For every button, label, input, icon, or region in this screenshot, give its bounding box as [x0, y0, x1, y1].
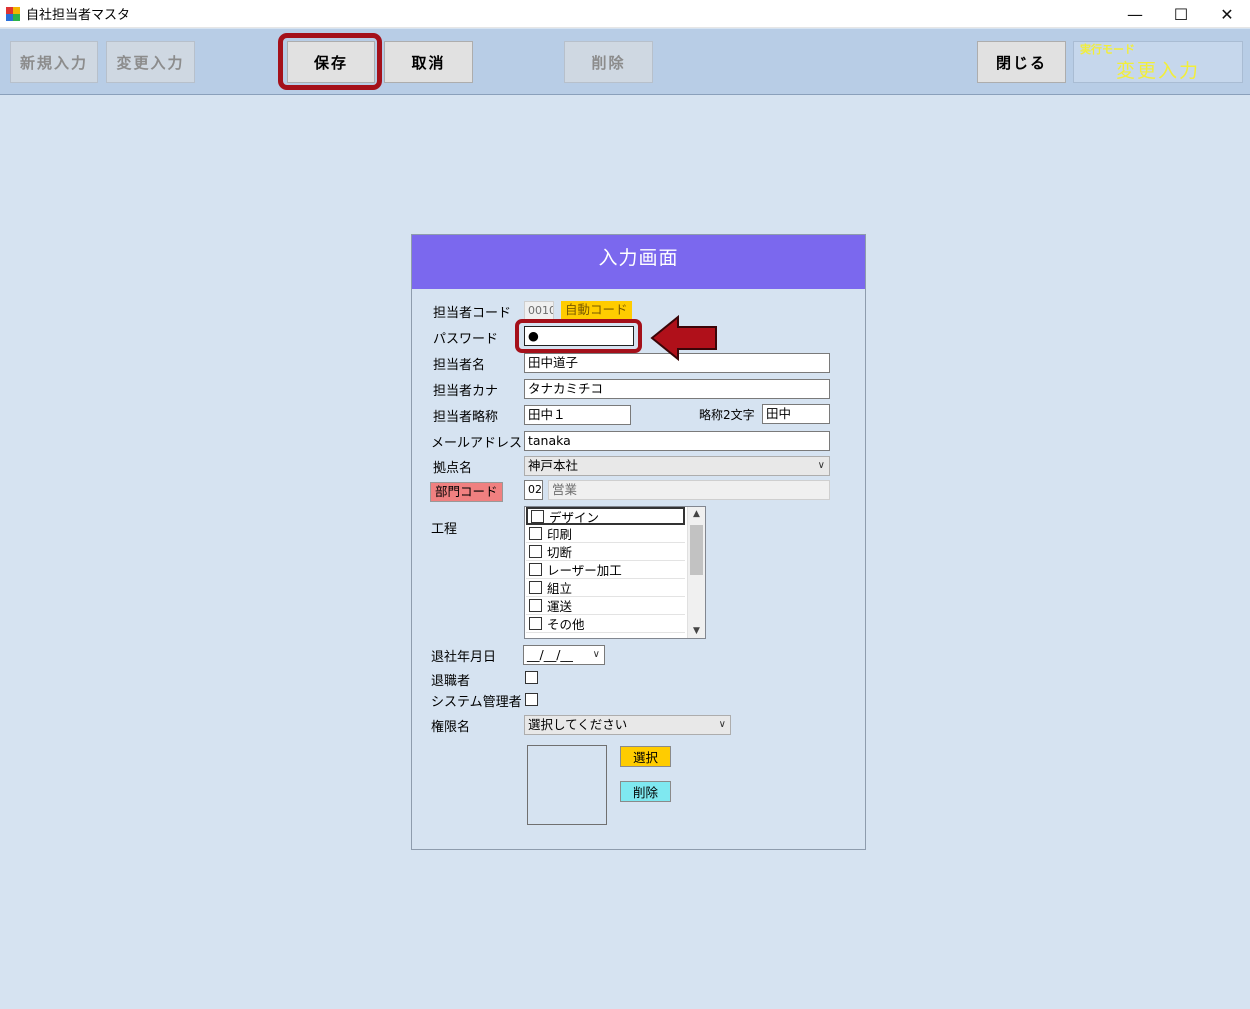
- new-entry-button[interactable]: 新規入力: [10, 41, 98, 83]
- code-label: 担当者コード: [433, 306, 512, 321]
- window-title: 自社担当者マスタ: [26, 8, 131, 23]
- kana-label: 担当者カナ: [433, 384, 499, 399]
- process-list-scrollbar[interactable]: ▲ ▼: [687, 507, 705, 638]
- short-name-field[interactable]: 田中１: [524, 405, 631, 425]
- process-item[interactable]: その他: [526, 615, 685, 633]
- auto-code-tag: 自動コード: [561, 301, 632, 319]
- input-panel: 入力画面 担当者コード 0010 自動コード パスワード ● 担当者名 田中道子…: [411, 234, 866, 850]
- app-icon: [6, 6, 20, 21]
- base-select-value: 神戸本社: [528, 458, 579, 473]
- short2-label: 略称2文字: [699, 408, 755, 422]
- checkbox-icon[interactable]: [529, 581, 542, 594]
- scroll-thumb[interactable]: [690, 525, 703, 575]
- process-item[interactable]: 印刷: [526, 525, 685, 543]
- close-button[interactable]: 閉じる: [977, 41, 1066, 83]
- short2-field[interactable]: 田中: [762, 404, 830, 424]
- scroll-down-icon[interactable]: ▼: [688, 624, 705, 638]
- role-label: 権限名: [431, 720, 471, 735]
- process-item[interactable]: レーザー加工: [526, 561, 685, 579]
- role-select-value: 選択してください: [528, 717, 628, 732]
- cancel-button[interactable]: 取消: [384, 41, 473, 83]
- email-field[interactable]: tanaka: [524, 431, 830, 451]
- base-label: 拠点名: [433, 461, 473, 476]
- role-select[interactable]: 選択してください ∨: [524, 715, 731, 735]
- toolbar: 新規入力 変更入力 保存 取消 削除 閉じる 実行モード 変更入力: [0, 29, 1250, 95]
- process-item[interactable]: 運送: [526, 597, 685, 615]
- chevron-down-icon: ∨: [718, 719, 726, 730]
- process-item[interactable]: 切断: [526, 543, 685, 561]
- mode-value: 変更入力: [1115, 60, 1200, 82]
- checkbox-icon[interactable]: [529, 545, 542, 558]
- name-label: 担当者名: [433, 358, 486, 373]
- chevron-down-icon: ∨: [592, 649, 600, 660]
- checkbox-icon[interactable]: [529, 617, 542, 630]
- checkbox-icon[interactable]: [529, 527, 542, 540]
- retire-date-picker[interactable]: __/__/__ ∨: [523, 645, 605, 665]
- kana-field[interactable]: タナカミチコ: [524, 379, 830, 399]
- scroll-up-icon[interactable]: ▲: [688, 507, 705, 521]
- short-name-label: 担当者略称: [433, 410, 499, 425]
- retired-label: 退職者: [431, 674, 471, 689]
- dept-code-field[interactable]: 02: [524, 480, 543, 500]
- chevron-down-icon: ∨: [817, 460, 825, 471]
- maximize-button[interactable]: ☐: [1158, 0, 1204, 28]
- title-bar: 自社担当者マスタ — ☐ ✕: [0, 0, 1250, 28]
- delete-button[interactable]: 削除: [564, 41, 653, 83]
- password-field[interactable]: ●: [524, 326, 634, 346]
- image-delete-button[interactable]: 削除: [620, 781, 671, 802]
- checkbox-icon[interactable]: [529, 599, 542, 612]
- retire-date-value: __/__/__: [527, 647, 573, 662]
- dept-code-label[interactable]: 部門コード: [430, 482, 503, 502]
- close-window-button[interactable]: ✕: [1204, 0, 1250, 28]
- process-item[interactable]: 組立: [526, 579, 685, 597]
- checkbox-icon[interactable]: [531, 509, 544, 523]
- sysadmin-checkbox[interactable]: [525, 693, 538, 706]
- dept-name-field: 営業: [548, 480, 830, 500]
- retire-date-label: 退社年月日: [431, 650, 497, 665]
- mode-caption: 実行モード: [1080, 43, 1135, 56]
- mode-indicator: 実行モード 変更入力: [1073, 41, 1243, 83]
- process-list[interactable]: デザイン 印刷 切断 レーザー加工 組立 運送 その他 ▲ ▼: [524, 506, 706, 639]
- code-field: 0010: [524, 301, 554, 321]
- select-button[interactable]: 選択: [620, 746, 671, 767]
- panel-header: 入力画面: [412, 235, 865, 289]
- process-item[interactable]: デザイン: [526, 507, 685, 525]
- save-button[interactable]: 保存: [287, 41, 375, 83]
- email-label: メールアドレス: [431, 436, 523, 451]
- sysadmin-label: システム管理者: [431, 695, 522, 710]
- change-entry-button[interactable]: 変更入力: [106, 41, 195, 83]
- retired-checkbox[interactable]: [525, 671, 538, 684]
- minimize-button[interactable]: —: [1112, 0, 1158, 28]
- password-label: パスワード: [433, 332, 499, 347]
- image-box: [527, 745, 607, 825]
- annotation-arrow-icon: [650, 315, 717, 362]
- process-label: 工程: [431, 522, 458, 537]
- checkbox-icon[interactable]: [529, 563, 542, 576]
- base-select[interactable]: 神戸本社 ∨: [524, 456, 830, 476]
